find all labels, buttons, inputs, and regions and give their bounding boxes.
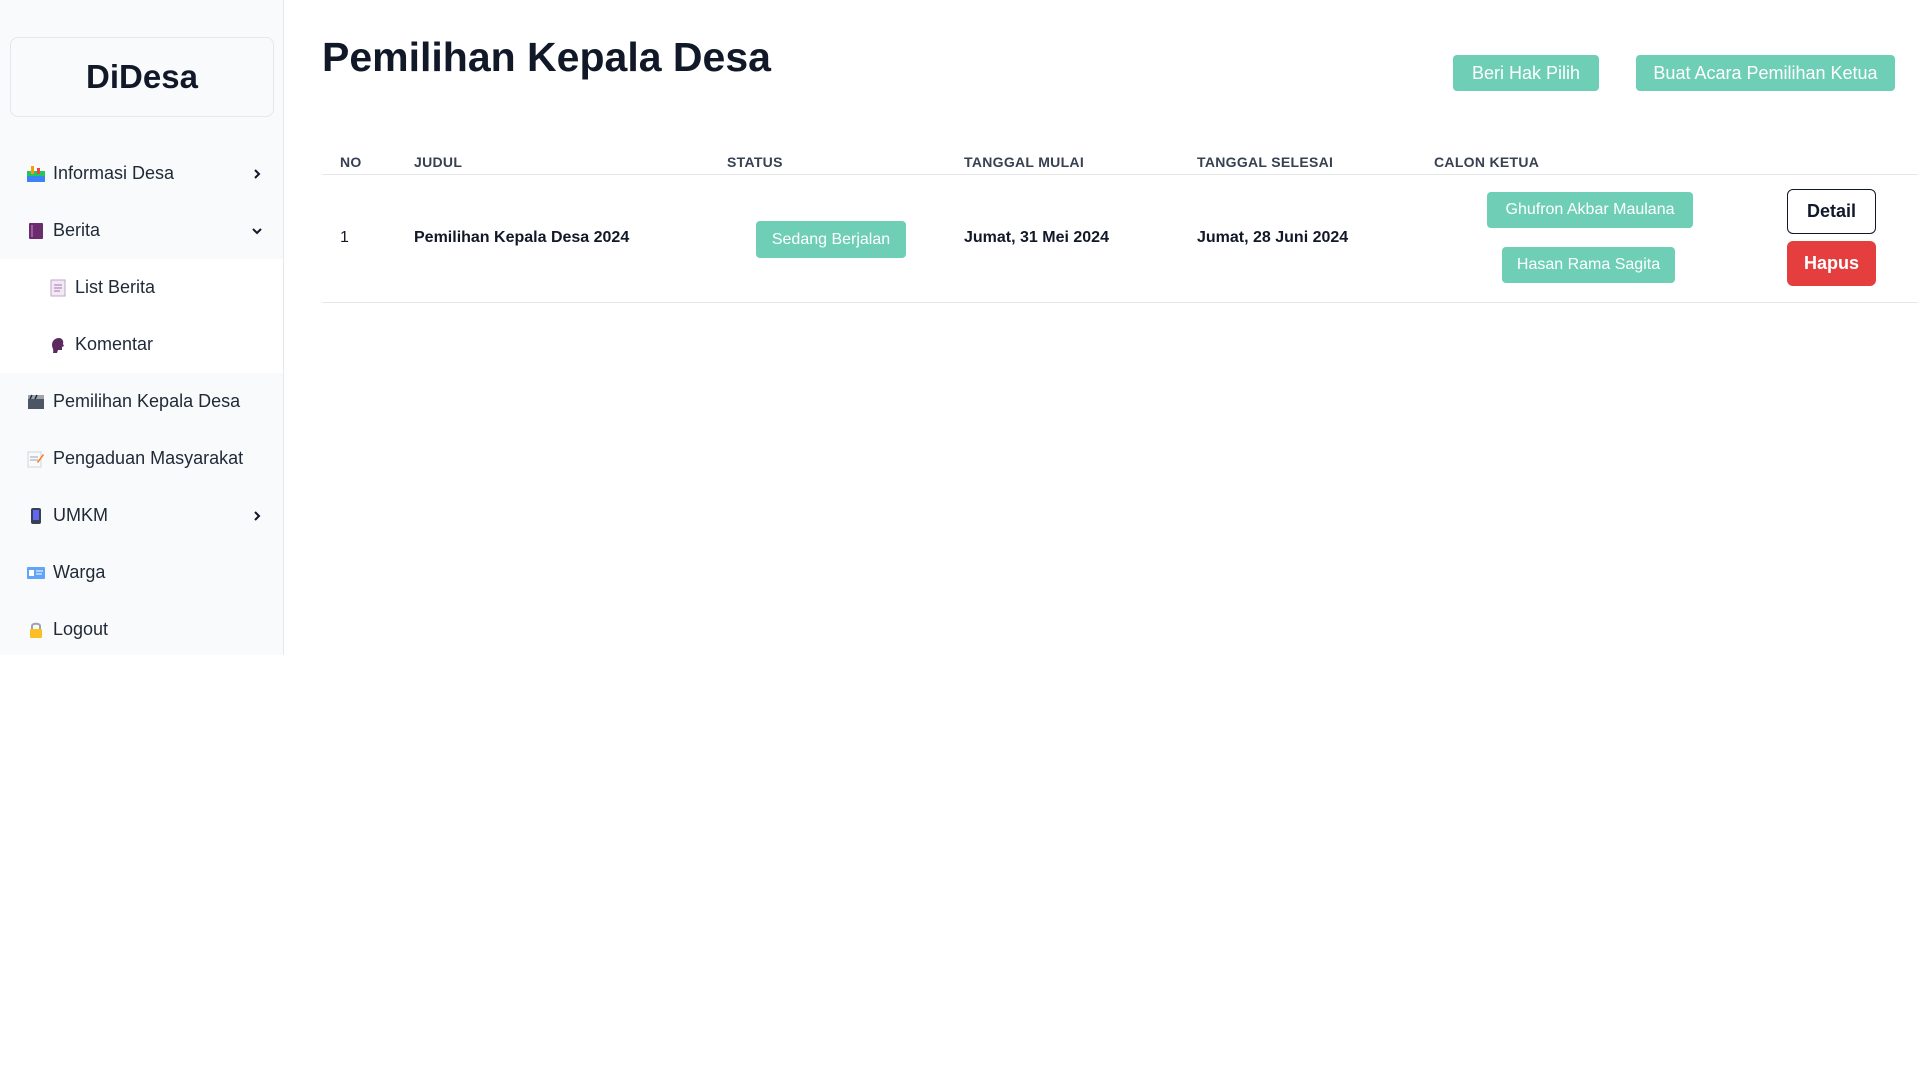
chevron-right-icon (254, 510, 261, 521)
sidebar-item-label: Logout (53, 619, 109, 639)
sidebar-item-komentar[interactable]: Komentar (0, 316, 283, 373)
sidebar-item-label: UMKM (53, 505, 108, 525)
document-icon (48, 278, 68, 298)
election-table: NO JUDUL STATUS TANGGAL MULAI TANGGAL SE… (322, 148, 1918, 303)
sidebar-item-informasi-desa[interactable]: Informasi Desa (0, 145, 283, 202)
sidebar-item-logout[interactable]: Logout (0, 601, 283, 658)
column-header-calon-ketua: CALON KETUA (1434, 154, 1540, 170)
phone-icon (26, 506, 46, 526)
column-header-tanggal-mulai: TANGGAL MULAI (964, 154, 1085, 170)
sidebar: DiDesa Informasi Desa Berita List Berita… (0, 0, 284, 655)
sidebar-item-label: Berita (53, 220, 101, 240)
page-title: Pemilihan Kepala Desa (322, 34, 771, 80)
candidate-button[interactable]: Ghufron Akbar Maulana (1487, 192, 1693, 228)
clapperboard-icon (26, 392, 46, 412)
sidebar-item-label: Pemilihan Kepala Desa (53, 391, 241, 411)
row-judul: Pemilihan Kepala Desa 2024 (414, 229, 630, 246)
row-number: 1 (340, 229, 349, 246)
sidebar-item-label: Pengaduan Masyarakat (53, 448, 244, 468)
sidebar-item-label: Warga (53, 562, 106, 582)
sidebar-item-pengaduan-masyarakat[interactable]: Pengaduan Masyarakat (0, 430, 283, 487)
column-header-tanggal-selesai: TANGGAL SELESAI (1197, 154, 1334, 170)
detail-button[interactable]: Detail (1787, 189, 1876, 234)
book-icon (26, 221, 46, 241)
column-header-no: NO (340, 154, 362, 170)
beri-hak-pilih-button[interactable]: Beri Hak Pilih (1453, 55, 1599, 91)
id-card-icon (26, 563, 46, 583)
brand-box[interactable]: DiDesa (10, 37, 274, 117)
buat-acara-pemilihan-button[interactable]: Buat Acara Pemilihan Ketua (1636, 55, 1895, 91)
memo-icon (26, 449, 46, 469)
status-badge: Sedang Berjalan (756, 221, 906, 258)
sidebar-item-label: Komentar (75, 334, 154, 354)
candidate-button[interactable]: Hasan Rama Sagita (1502, 247, 1675, 283)
chevron-down-icon (252, 227, 262, 234)
sidebar-item-umkm[interactable]: UMKM (0, 487, 283, 544)
column-header-status: STATUS (727, 154, 783, 170)
lock-icon (26, 620, 46, 640)
row-tanggal-selesai: Jumat, 28 Juni 2024 (1197, 229, 1349, 246)
sidebar-item-list-berita[interactable]: List Berita (0, 259, 283, 316)
table-row: 1 Pemilihan Kepala Desa 2024 Sedang Berj… (322, 175, 1918, 303)
app: DiDesa Informasi Desa Berita List Berita… (0, 0, 1920, 1080)
sidebar-item-pemilihan-kepala-desa[interactable]: Pemilihan Kepala Desa (0, 373, 283, 430)
sidebar-item-berita[interactable]: Berita (0, 202, 283, 259)
chevron-right-icon (254, 168, 261, 179)
row-tanggal-mulai: Jumat, 31 Mei 2024 (964, 229, 1109, 246)
column-header-judul: JUDUL (414, 154, 463, 170)
hapus-button[interactable]: Hapus (1787, 241, 1876, 286)
berita-submenu: List Berita Komentar (0, 259, 283, 373)
table-header: NO JUDUL STATUS TANGGAL MULAI TANGGAL SE… (322, 148, 1918, 175)
brand-logo-text: DiDesa (86, 58, 198, 95)
sidebar-item-label: Informasi Desa (53, 163, 175, 183)
sidebar-item-label: List Berita (75, 277, 156, 297)
speech-head-icon (48, 335, 68, 355)
sidebar-item-warga[interactable]: Warga (0, 544, 283, 601)
sidebar-nav: Informasi Desa Berita List Berita Koment… (0, 145, 283, 658)
map-icon (26, 164, 46, 184)
